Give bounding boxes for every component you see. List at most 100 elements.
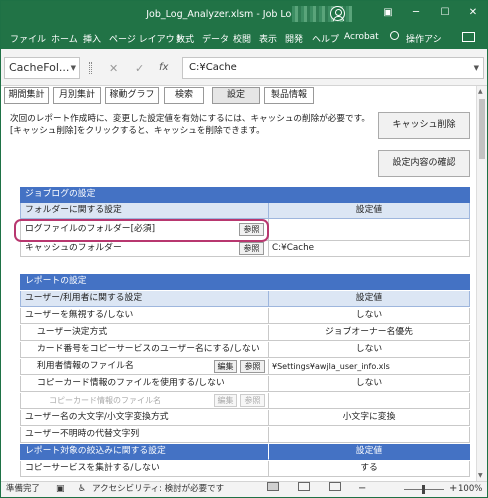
tab-acrobat[interactable]: Acrobat — [344, 32, 379, 42]
tab-view[interactable]: 表示 — [259, 32, 277, 45]
table-row[interactable]: カード番号をコピーサービスのユーザー名にする/しない しない — [20, 342, 470, 358]
zoom-in-button[interactable]: + — [449, 481, 457, 496]
tab-data[interactable]: データ — [202, 32, 229, 45]
setting-value[interactable]: C:¥Cache — [269, 241, 470, 257]
sheet-button-period-summary[interactable]: 期間集計 — [4, 87, 49, 104]
insert-function-icon[interactable]: fx — [159, 62, 168, 73]
table-row[interactable]: コピーカード情報のファイルを使用する/しない しない — [20, 376, 470, 392]
section-header-report: レポートの設定 — [20, 274, 470, 290]
scroll-thumb[interactable] — [479, 99, 485, 159]
ribbon-tabs: ファイル ホーム 挿入 ページ レイアウト 数式 データ 校閲 表示 開発 ヘル… — [1, 27, 487, 49]
edit-button-copy-card: 編集 — [214, 394, 237, 407]
setting-value[interactable]: しない — [269, 308, 470, 324]
table-row[interactable]: ユーザー名の大文字/小文字変換方式 小文字に変換 — [20, 410, 470, 426]
zoom-out-button[interactable]: − — [358, 481, 366, 496]
zoom-level[interactable]: 100% — [458, 482, 482, 497]
page-layout-view-icon[interactable] — [298, 482, 310, 491]
table-row-cache-folder[interactable]: キャッシュのフォルダー 参照 C:¥Cache — [20, 241, 470, 257]
setting-value[interactable]: ジョブオーナー名優先 — [269, 325, 470, 341]
section-subheader-filter: レポート対象の絞込みに関する設定 設定値 — [20, 444, 470, 460]
normal-view-icon[interactable] — [267, 482, 279, 491]
browse-button-cache-folder[interactable]: 参照 — [239, 242, 264, 255]
chevron-down-icon[interactable]: ▼ — [71, 58, 76, 78]
section-title: ジョブログの設定 — [20, 187, 470, 203]
lightbulb-icon[interactable] — [390, 31, 399, 40]
enter-icon[interactable]: ✓ — [135, 62, 144, 75]
accessibility-icon[interactable]: ♿ — [78, 482, 86, 497]
setting-label: コピーサービスを集計する/しない — [20, 461, 269, 477]
excel-window: Job_Log_Analyzer.xlsm - Job Log Analyzer… — [0, 0, 488, 498]
sheet-button-monthly-summary[interactable]: 月別集計 — [53, 87, 101, 104]
tab-file[interactable]: ファイル — [10, 32, 46, 45]
info-line-2: [キャッシュ削除]をクリックすると、キャッシュを削除できます。 — [10, 126, 265, 136]
name-box-value: CacheFol... — [9, 61, 70, 74]
setting-label: ユーザー名の大文字/小文字変換方式 — [20, 410, 269, 426]
tab-review[interactable]: 校閲 — [233, 32, 251, 45]
tab-formulas[interactable]: 数式 — [176, 32, 194, 45]
title-bar: Job_Log_Analyzer.xlsm - Job Log Analyzer… — [1, 1, 487, 27]
name-box[interactable]: CacheFol... ▼ — [4, 57, 80, 79]
page-break-view-icon[interactable] — [329, 482, 341, 491]
table-row[interactable]: コピーカード情報のファイル名 編集 参照 — [20, 393, 470, 409]
edit-button-user-info[interactable]: 編集 — [214, 360, 237, 373]
table-row[interactable]: コピーサービスを集計する/しない する — [20, 461, 470, 477]
sheet-button-product-info[interactable]: 製品情報 — [264, 87, 314, 104]
setting-value[interactable]: 小文字に変換 — [269, 410, 470, 426]
setting-value[interactable] — [269, 219, 470, 241]
subheader-value: 設定値 — [269, 291, 470, 307]
macro-record-icon[interactable]: ▣ — [56, 482, 65, 497]
setting-value[interactable]: しない — [269, 376, 470, 392]
sheet-button-operation-graph[interactable]: 稼動グラフ — [105, 87, 159, 104]
section-header-job-log: ジョブログの設定 — [20, 187, 470, 203]
scroll-up-icon[interactable]: ▲ — [478, 88, 483, 95]
browse-button-user-info[interactable]: 参照 — [240, 360, 265, 373]
formula-bar: CacheFol... ▼ ✕ ✓ fx C:¥Cache ▼ — [1, 49, 487, 86]
tab-help[interactable]: ヘルプ — [312, 32, 339, 45]
formula-bar-divider[interactable] — [89, 62, 92, 74]
setting-value[interactable]: する — [269, 461, 470, 477]
formula-value: C:¥Cache — [189, 62, 237, 73]
tab-home[interactable]: ホーム — [51, 32, 78, 45]
subheader-value: 設定値 — [269, 203, 470, 219]
status-ready: 準備完了 — [6, 484, 41, 494]
accessibility-status[interactable]: アクセシビリティ: 検討が必要です — [92, 482, 224, 497]
setting-label: カード番号をコピーサービスのユーザー名にする/しない — [20, 342, 269, 358]
cancel-icon[interactable]: ✕ — [109, 62, 118, 75]
setting-label: コピーカード情報のファイルを使用する/しない — [20, 376, 269, 392]
setting-value[interactable]: しない — [269, 342, 470, 358]
worksheet-area: 期間集計 月別集計 稼動グラフ 検索 設定 製品情報 次回のレポート作成時に、変… — [1, 86, 487, 481]
close-button[interactable]: ✕ — [462, 5, 484, 21]
sheet-button-search[interactable]: 検索 — [164, 87, 204, 104]
section-title: レポートの設定 — [20, 274, 470, 290]
subheader-label: フォルダーに関する設定 — [20, 203, 269, 219]
table-row[interactable]: ユーザーを無視する/しない しない — [20, 308, 470, 324]
table-row[interactable]: ユーザー決定方式 ジョブオーナー名優先 — [20, 325, 470, 341]
minimize-button[interactable]: ─ — [405, 5, 427, 21]
info-text: 次回のレポート作成時に、変更した設定値を有効にするには、キャッシュの削除が必要で… — [10, 113, 370, 137]
zoom-slider-thumb[interactable] — [422, 485, 425, 494]
sheet-button-settings[interactable]: 設定 — [212, 87, 260, 104]
clear-cache-button[interactable]: キャッシュ削除 — [378, 112, 470, 139]
setting-label: ユーザー不明時の代替文字列 — [20, 427, 269, 443]
maximize-button[interactable]: ☐ — [434, 5, 456, 21]
setting-value[interactable] — [269, 427, 470, 443]
tab-developer[interactable]: 開発 — [285, 32, 303, 45]
expand-formula-icon[interactable]: ▼ — [474, 58, 479, 78]
highlight-callout — [14, 219, 269, 242]
tab-insert[interactable]: 挿入 — [83, 32, 101, 45]
table-row[interactable]: 利用者情報のファイル名 編集 参照 ¥Settings¥awjla_user_i… — [20, 359, 470, 375]
vertical-scrollbar[interactable]: ▲ ▼ — [476, 86, 487, 481]
table-row[interactable]: ユーザー不明時の代替文字列 — [20, 427, 470, 443]
formula-input[interactable]: C:¥Cache ▼ — [182, 57, 484, 79]
setting-value[interactable] — [269, 393, 470, 409]
setting-value[interactable]: ¥Settings¥awjla_user_info.xls — [269, 359, 470, 375]
check-settings-button[interactable]: 設定内容の確認 — [378, 150, 470, 177]
account-icon[interactable] — [330, 6, 345, 21]
scroll-down-icon[interactable]: ▼ — [478, 472, 483, 479]
tell-me-search[interactable]: 操作アシ — [406, 32, 442, 45]
tab-page-layout[interactable]: ページ レイアウト — [109, 32, 184, 45]
subheader-label: ユーザー/利用者に関する設定 — [20, 291, 269, 307]
setting-label: キャッシュのフォルダー — [20, 241, 269, 257]
ribbon-display-options-icon[interactable]: ▣ — [377, 5, 399, 21]
comment-icon[interactable] — [462, 32, 475, 42]
